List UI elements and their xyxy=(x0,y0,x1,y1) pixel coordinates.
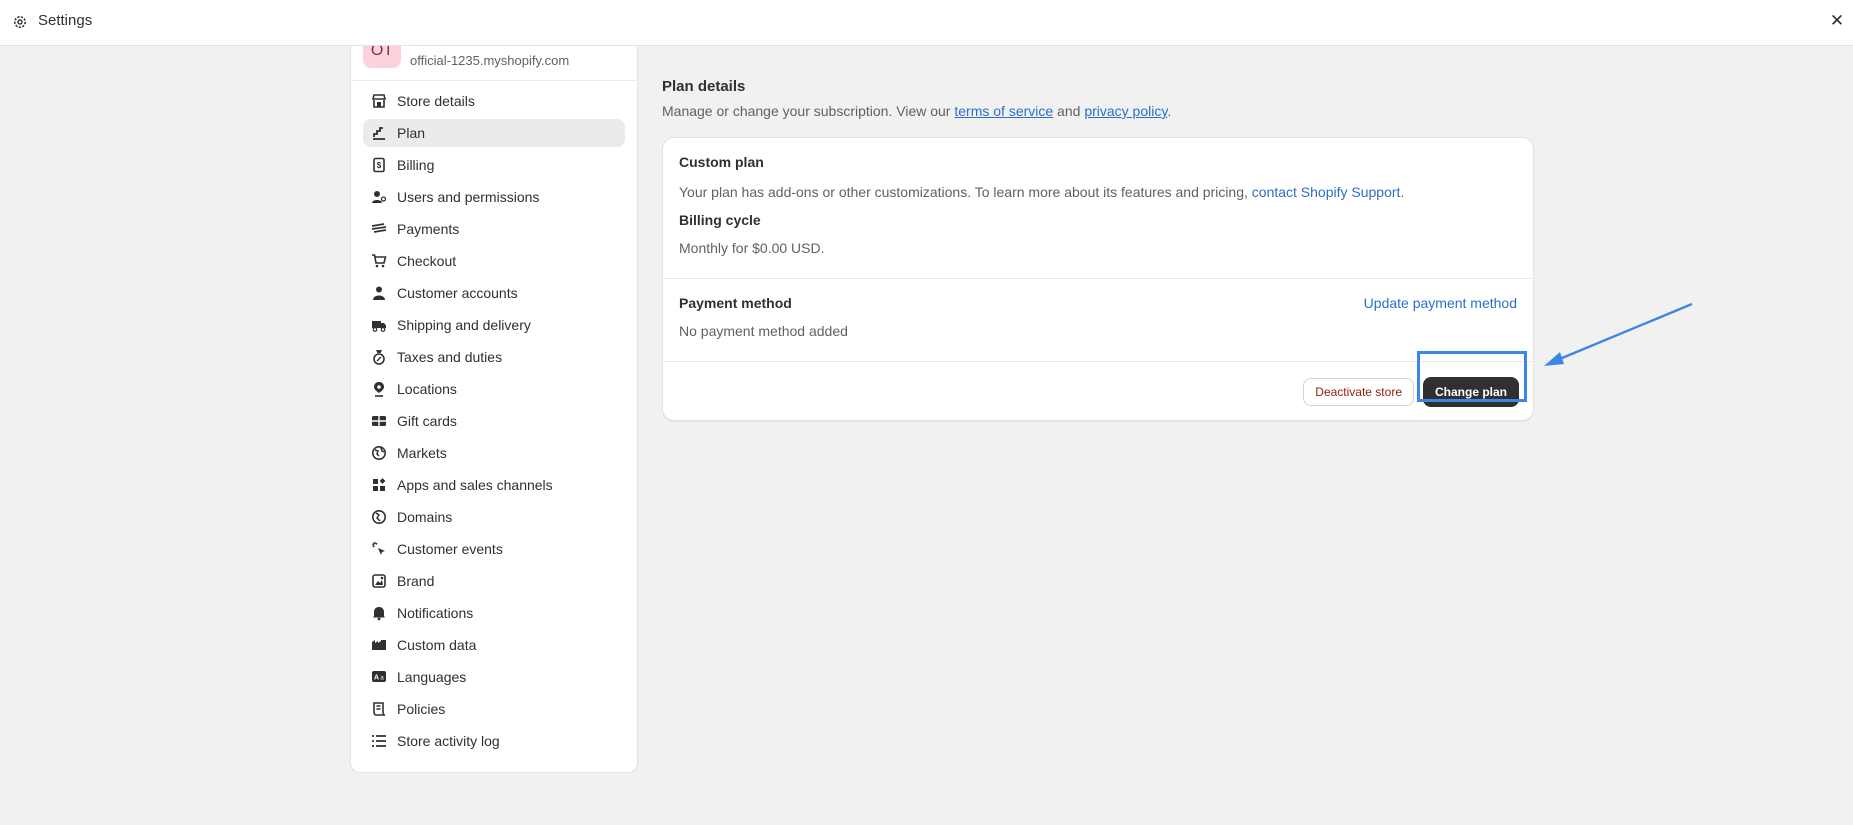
sidebar-item-label: Custom data xyxy=(397,637,477,653)
sidebar-item-plan[interactable]: Plan xyxy=(363,119,625,147)
sidebar-item-domains[interactable]: Domains xyxy=(363,503,625,531)
sidebar-item-label: Gift cards xyxy=(397,413,457,429)
sidebar-item-label: Locations xyxy=(397,381,457,397)
sidebar-item-label: Plan xyxy=(397,125,426,141)
plan-description-suffix: . xyxy=(1167,103,1172,119)
sidebar-item-label: Brand xyxy=(397,573,435,589)
privacy-policy-link[interactable]: privacy policy xyxy=(1084,103,1167,119)
brand-icon xyxy=(369,571,389,591)
cart-icon xyxy=(369,251,389,271)
location-icon xyxy=(369,379,389,399)
sidebar-item-label: Languages xyxy=(397,669,467,685)
sidebar-item-label: Billing xyxy=(397,157,435,173)
sidebar-item-label: Store details xyxy=(397,93,475,109)
plan-card: Custom plan Your plan has add-ons or oth… xyxy=(662,137,1534,421)
sidebar-item-label: Payments xyxy=(397,221,460,237)
annotation-arrow-icon xyxy=(1544,302,1693,366)
sidebar-item-store-details[interactable]: Store details xyxy=(363,87,625,115)
payment-method-block: Payment method Update payment method No … xyxy=(663,278,1533,361)
policies-icon xyxy=(369,699,389,719)
sidebar-item-billing[interactable]: $ Billing xyxy=(363,151,625,179)
sidebar-item-shipping-and-delivery[interactable]: Shipping and delivery xyxy=(363,311,625,339)
custom-plan-text: Your plan has add-ons or other customiza… xyxy=(679,184,1517,200)
settings-sidebar: OT official-1235.myshopify.com Store det… xyxy=(350,46,638,773)
window-title: Settings xyxy=(38,12,93,29)
sidebar-item-brand[interactable]: Brand xyxy=(363,567,625,595)
truck-icon xyxy=(369,315,389,335)
sidebar-item-checkout[interactable]: Checkout xyxy=(363,247,625,275)
store-header: OT official-1235.myshopify.com xyxy=(351,46,637,81)
sidebar-item-store-activity-log[interactable]: Store activity log xyxy=(363,727,625,755)
svg-text:$: $ xyxy=(377,161,382,170)
sidebar-item-payments[interactable]: Payments xyxy=(363,215,625,243)
sidebar-item-custom-data[interactable]: Custom data xyxy=(363,631,625,659)
sidebar-item-label: Shipping and delivery xyxy=(397,317,531,333)
plan-description: Manage or change your subscription. View… xyxy=(662,103,1534,119)
avatar: OT xyxy=(363,46,401,68)
plan-description-text: Manage or change your subscription. View… xyxy=(662,103,955,119)
payment-method-title: Payment method xyxy=(679,295,792,311)
billing-cycle-value: Monthly for $0.00 USD. xyxy=(679,240,825,256)
sidebar-item-label: Domains xyxy=(397,509,453,525)
plan-icon xyxy=(369,123,389,143)
custom-plan-description: Your plan has add-ons or other customiza… xyxy=(679,184,1252,200)
sidebar-item-apps-and-sales-channels[interactable]: Apps and sales channels xyxy=(363,471,625,499)
sidebar-item-label: Store activity log xyxy=(397,733,500,749)
sidebar-item-locations[interactable]: Locations xyxy=(363,375,625,403)
sidebar-item-label: Checkout xyxy=(397,253,457,269)
custom-plan-suffix: . xyxy=(1400,184,1405,200)
svg-text:A: A xyxy=(374,675,379,682)
sidebar-item-customer-accounts[interactable]: Customer accounts xyxy=(363,279,625,307)
custom-plan-title: Custom plan xyxy=(679,154,764,170)
users-icon xyxy=(369,187,389,207)
billing-cycle-title: Billing cycle xyxy=(679,212,761,228)
change-plan-highlight-box xyxy=(1417,351,1527,402)
sidebar-item-customer-events[interactable]: Customer events xyxy=(363,535,625,563)
page-title: Plan details xyxy=(662,78,746,95)
sidebar-item-label: Notifications xyxy=(397,605,474,621)
sidebar-item-users-and-permissions[interactable]: Users and permissions xyxy=(363,183,625,211)
contact-support-link[interactable]: contact Shopify Support xyxy=(1252,184,1401,200)
deactivate-store-button[interactable]: Deactivate store xyxy=(1303,378,1414,406)
sidebar-item-label: Policies xyxy=(397,701,446,717)
gear-icon xyxy=(14,16,26,28)
sidebar-item-gift-cards[interactable]: Gift cards xyxy=(363,407,625,435)
globe-icon xyxy=(369,443,389,463)
languages-icon: Aa xyxy=(369,667,389,687)
sidebar-item-policies[interactable]: Policies xyxy=(363,695,625,723)
taxes-icon xyxy=(369,347,389,367)
apps-icon xyxy=(369,475,389,495)
payments-icon xyxy=(369,219,389,239)
sidebar-item-label: Taxes and duties xyxy=(397,349,503,365)
plan-details-section: Plan details Manage or change your subsc… xyxy=(662,78,1534,421)
domains-icon xyxy=(369,507,389,527)
settings-header: Settings ✕ xyxy=(0,0,1853,46)
list-icon xyxy=(369,731,389,751)
plan-description-and: and xyxy=(1053,103,1085,119)
cursor-icon xyxy=(369,539,389,559)
bell-icon xyxy=(369,603,389,623)
store-url: official-1235.myshopify.com xyxy=(410,53,570,68)
payment-method-value: No payment method added xyxy=(679,323,848,339)
sidebar-item-label: Customer events xyxy=(397,541,503,557)
sidebar-item-label: Apps and sales channels xyxy=(397,477,553,493)
billing-icon: $ xyxy=(369,155,389,175)
terms-of-service-link[interactable]: terms of service xyxy=(954,103,1053,119)
person-icon xyxy=(369,283,389,303)
sidebar-item-notifications[interactable]: Notifications xyxy=(363,599,625,627)
sidebar-item-label: Markets xyxy=(397,445,447,461)
gift-card-icon xyxy=(369,411,389,431)
store-icon xyxy=(369,91,389,111)
plan-card-footer: Deactivate store Change plan xyxy=(663,361,1533,420)
custom-plan-block: Custom plan Your plan has add-ons or oth… xyxy=(663,138,1533,278)
sidebar-item-taxes-and-duties[interactable]: Taxes and duties xyxy=(363,343,625,371)
close-icon[interactable]: ✕ xyxy=(1827,11,1847,31)
update-payment-method-link[interactable]: Update payment method xyxy=(1364,295,1517,323)
sidebar-item-markets[interactable]: Markets xyxy=(363,439,625,467)
sidebar-item-label: Customer accounts xyxy=(397,285,518,301)
sidebar-item-languages[interactable]: Aa Languages xyxy=(363,663,625,691)
custom-data-icon xyxy=(369,635,389,655)
sidebar-item-label: Users and permissions xyxy=(397,189,540,205)
settings-nav: Store details Plan $ Billing Users and p… xyxy=(351,81,637,755)
